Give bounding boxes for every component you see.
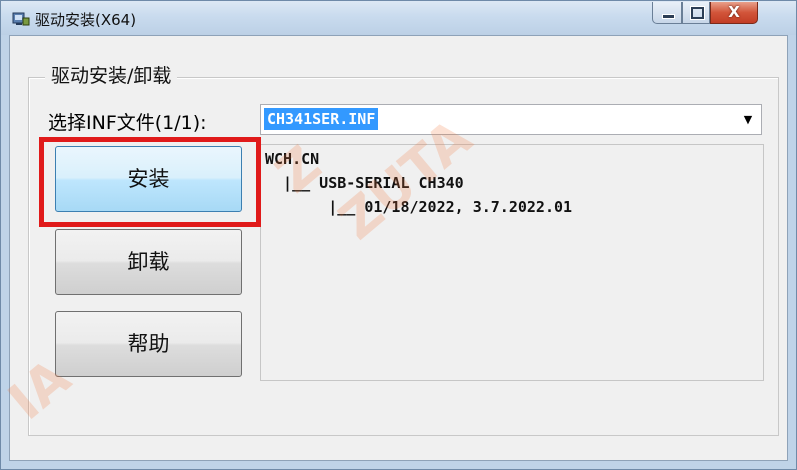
inf-file-selected-value: CH341SER.INF (264, 108, 379, 130)
groupbox-label: 驱动安装/卸载 (45, 61, 178, 88)
tree-line-version: |__ 01/18/2022, 3.7.2022.01 (265, 198, 573, 216)
minimize-button[interactable] (652, 2, 682, 24)
maximize-button[interactable] (682, 2, 710, 24)
close-button[interactable]: X (710, 2, 758, 24)
tree-line-vendor: WCH.CN (265, 150, 320, 168)
minimize-icon (662, 14, 675, 19)
install-highlight-box (39, 137, 261, 227)
chevron-down-icon[interactable]: ▼ (741, 110, 755, 130)
driver-info-panel: WCH.CN |__ USB-SERIAL CH340 |__ 01/18/20… (260, 144, 764, 381)
driver-app-icon (12, 12, 30, 26)
close-icon: X (728, 3, 740, 21)
uninstall-button[interactable]: 卸载 (55, 229, 242, 295)
maximize-icon (690, 6, 705, 20)
title-bar[interactable]: 驱动安装(X64) X (1, 1, 796, 35)
inf-file-dropdown[interactable]: CH341SER.INF ▼ (260, 104, 762, 135)
tree-line-device: |__ USB-SERIAL CH340 (265, 174, 464, 192)
window-title: 驱动安装(X64) (35, 11, 137, 29)
help-button[interactable]: 帮助 (55, 311, 242, 377)
inf-file-label: 选择INF文件(1/1): (48, 112, 207, 134)
